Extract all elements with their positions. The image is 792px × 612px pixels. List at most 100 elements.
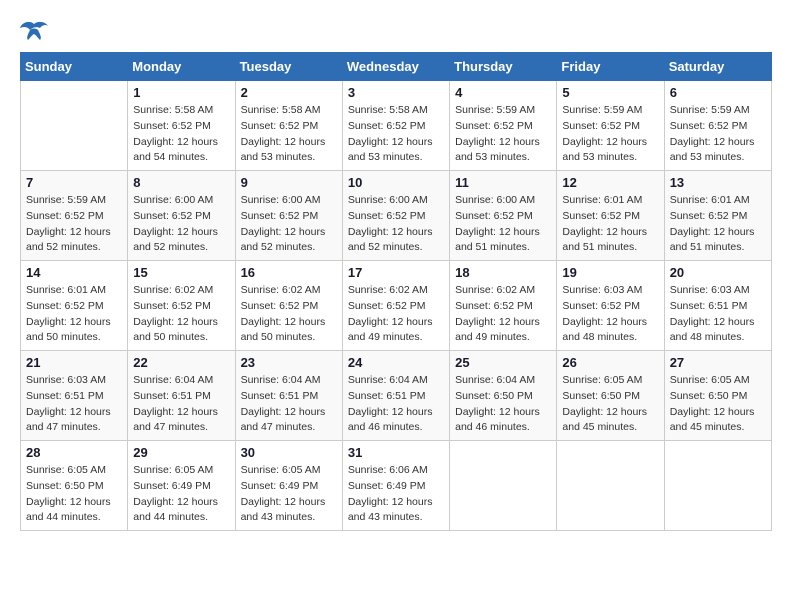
- day-number: 19: [562, 265, 658, 280]
- day-info: Sunrise: 6:01 AMSunset: 6:52 PMDaylight:…: [562, 193, 658, 256]
- day-number: 14: [26, 265, 122, 280]
- calendar-cell: 22Sunrise: 6:04 AMSunset: 6:51 PMDayligh…: [128, 351, 235, 441]
- day-number: 29: [133, 445, 229, 460]
- day-number: 25: [455, 355, 551, 370]
- day-info: Sunrise: 6:03 AMSunset: 6:51 PMDaylight:…: [26, 373, 122, 436]
- day-number: 27: [670, 355, 766, 370]
- day-info: Sunrise: 5:58 AMSunset: 6:52 PMDaylight:…: [241, 103, 337, 166]
- week-row-3: 14 Sunrise: 6:01 AMSunset: 6:52 PMDayligh…: [21, 261, 772, 351]
- day-number: 2: [241, 85, 337, 100]
- day-number: 11: [455, 175, 551, 190]
- day-info: Sunrise: 6:05 AMSunset: 6:50 PMDaylight:…: [562, 373, 658, 436]
- calendar-cell: 6 Sunrise: 5:59 AMSunset: 6:52 PMDaylight…: [664, 81, 771, 171]
- day-info: Sunrise: 5:58 AMSunset: 6:52 PMDaylight:…: [133, 103, 229, 166]
- day-number: 24: [348, 355, 444, 370]
- day-number: 17: [348, 265, 444, 280]
- calendar-cell: 10 Sunrise: 6:00 AMSunset: 6:52 PMDayligh…: [342, 171, 449, 261]
- week-row-5: 28 Sunrise: 6:05 AMSunset: 6:50 PMDayligh…: [21, 441, 772, 531]
- calendar-body: 1 Sunrise: 5:58 AMSunset: 6:52 PMDaylight…: [21, 81, 772, 531]
- calendar-cell: 17 Sunrise: 6:02 AMSunset: 6:52 PMDayligh…: [342, 261, 449, 351]
- day-number: 18: [455, 265, 551, 280]
- day-info: Sunrise: 6:05 AMSunset: 6:50 PMDaylight:…: [670, 373, 766, 436]
- calendar-cell: 9 Sunrise: 6:00 AMSunset: 6:52 PMDaylight…: [235, 171, 342, 261]
- day-number: 7: [26, 175, 122, 190]
- calendar-cell: 7 Sunrise: 5:59 AMSunset: 6:52 PMDaylight…: [21, 171, 128, 261]
- day-number: 5: [562, 85, 658, 100]
- day-info: Sunrise: 6:04 AMSunset: 6:51 PMDaylight:…: [241, 373, 337, 436]
- day-number: 15: [133, 265, 229, 280]
- calendar-cell: 11 Sunrise: 6:00 AMSunset: 6:52 PMDayligh…: [450, 171, 557, 261]
- day-number: 12: [562, 175, 658, 190]
- day-number: 20: [670, 265, 766, 280]
- week-row-2: 7 Sunrise: 5:59 AMSunset: 6:52 PMDaylight…: [21, 171, 772, 261]
- calendar-cell: 15 Sunrise: 6:02 AMSunset: 6:52 PMDayligh…: [128, 261, 235, 351]
- calendar-cell: 4 Sunrise: 5:59 AMSunset: 6:52 PMDaylight…: [450, 81, 557, 171]
- day-info: Sunrise: 6:00 AMSunset: 6:52 PMDaylight:…: [455, 193, 551, 256]
- day-number: 4: [455, 85, 551, 100]
- calendar-cell: 29 Sunrise: 6:05 AMSunset: 6:49 PMDayligh…: [128, 441, 235, 531]
- header-row: SundayMondayTuesdayWednesdayThursdayFrid…: [21, 53, 772, 81]
- day-info: Sunrise: 6:04 AMSunset: 6:50 PMDaylight:…: [455, 373, 551, 436]
- calendar-header: SundayMondayTuesdayWednesdayThursdayFrid…: [21, 53, 772, 81]
- header-cell-friday: Friday: [557, 53, 664, 81]
- day-info: Sunrise: 5:59 AMSunset: 6:52 PMDaylight:…: [455, 103, 551, 166]
- day-info: Sunrise: 6:02 AMSunset: 6:52 PMDaylight:…: [241, 283, 337, 346]
- day-number: 21: [26, 355, 122, 370]
- header-cell-monday: Monday: [128, 53, 235, 81]
- calendar-cell: 18 Sunrise: 6:02 AMSunset: 6:52 PMDayligh…: [450, 261, 557, 351]
- day-info: Sunrise: 6:02 AMSunset: 6:52 PMDaylight:…: [348, 283, 444, 346]
- calendar-cell: 24 Sunrise: 6:04 AMSunset: 6:51 PMDayligh…: [342, 351, 449, 441]
- day-info: Sunrise: 6:05 AMSunset: 6:50 PMDaylight:…: [26, 463, 122, 526]
- day-info: Sunrise: 6:06 AMSunset: 6:49 PMDaylight:…: [348, 463, 444, 526]
- day-info: Sunrise: 5:58 AMSunset: 6:52 PMDaylight:…: [348, 103, 444, 166]
- calendar-cell: 12 Sunrise: 6:01 AMSunset: 6:52 PMDayligh…: [557, 171, 664, 261]
- day-number: 28: [26, 445, 122, 460]
- day-info: Sunrise: 6:02 AMSunset: 6:52 PMDaylight:…: [455, 283, 551, 346]
- calendar-cell: 16 Sunrise: 6:02 AMSunset: 6:52 PMDayligh…: [235, 261, 342, 351]
- day-info: Sunrise: 5:59 AMSunset: 6:52 PMDaylight:…: [670, 103, 766, 166]
- day-info: Sunrise: 6:02 AMSunset: 6:52 PMDaylight:…: [133, 283, 229, 346]
- calendar-cell: [664, 441, 771, 531]
- calendar-table: SundayMondayTuesdayWednesdayThursdayFrid…: [20, 52, 772, 531]
- calendar-cell: 19Sunrise: 6:03 AMSunset: 6:52 PMDayligh…: [557, 261, 664, 351]
- calendar-cell: 20Sunrise: 6:03 AMSunset: 6:51 PMDayligh…: [664, 261, 771, 351]
- header-cell-wednesday: Wednesday: [342, 53, 449, 81]
- day-number: 16: [241, 265, 337, 280]
- calendar-cell: 21 Sunrise: 6:03 AMSunset: 6:51 PMDayligh…: [21, 351, 128, 441]
- day-info: Sunrise: 6:04 AMSunset: 6:51 PMDaylight:…: [133, 373, 229, 436]
- calendar-cell: 26 Sunrise: 6:05 AMSunset: 6:50 PMDayligh…: [557, 351, 664, 441]
- calendar-cell: 13Sunrise: 6:01 AMSunset: 6:52 PMDayligh…: [664, 171, 771, 261]
- calendar-cell: [450, 441, 557, 531]
- day-info: Sunrise: 6:01 AMSunset: 6:52 PMDaylight:…: [26, 283, 122, 346]
- calendar-cell: 27 Sunrise: 6:05 AMSunset: 6:50 PMDayligh…: [664, 351, 771, 441]
- header-cell-thursday: Thursday: [450, 53, 557, 81]
- day-info: Sunrise: 6:01 AMSunset: 6:52 PMDaylight:…: [670, 193, 766, 256]
- day-info: Sunrise: 6:00 AMSunset: 6:52 PMDaylight:…: [133, 193, 229, 256]
- day-number: 23: [241, 355, 337, 370]
- calendar-cell: [21, 81, 128, 171]
- day-number: 26: [562, 355, 658, 370]
- day-info: Sunrise: 6:04 AMSunset: 6:51 PMDaylight:…: [348, 373, 444, 436]
- calendar-cell: 31 Sunrise: 6:06 AMSunset: 6:49 PMDayligh…: [342, 441, 449, 531]
- calendar-cell: 23 Sunrise: 6:04 AMSunset: 6:51 PMDayligh…: [235, 351, 342, 441]
- day-info: Sunrise: 6:05 AMSunset: 6:49 PMDaylight:…: [241, 463, 337, 526]
- calendar-cell: 25 Sunrise: 6:04 AMSunset: 6:50 PMDayligh…: [450, 351, 557, 441]
- week-row-1: 1 Sunrise: 5:58 AMSunset: 6:52 PMDaylight…: [21, 81, 772, 171]
- calendar-cell: 1 Sunrise: 5:58 AMSunset: 6:52 PMDaylight…: [128, 81, 235, 171]
- calendar-cell: 28 Sunrise: 6:05 AMSunset: 6:50 PMDayligh…: [21, 441, 128, 531]
- day-number: 10: [348, 175, 444, 190]
- day-number: 6: [670, 85, 766, 100]
- page-header: [20, 20, 772, 42]
- header-cell-saturday: Saturday: [664, 53, 771, 81]
- day-info: Sunrise: 6:00 AMSunset: 6:52 PMDaylight:…: [241, 193, 337, 256]
- day-info: Sunrise: 5:59 AMSunset: 6:52 PMDaylight:…: [26, 193, 122, 256]
- week-row-4: 21 Sunrise: 6:03 AMSunset: 6:51 PMDayligh…: [21, 351, 772, 441]
- calendar-cell: [557, 441, 664, 531]
- day-number: 31: [348, 445, 444, 460]
- header-cell-sunday: Sunday: [21, 53, 128, 81]
- day-number: 1: [133, 85, 229, 100]
- day-info: Sunrise: 6:05 AMSunset: 6:49 PMDaylight:…: [133, 463, 229, 526]
- header-cell-tuesday: Tuesday: [235, 53, 342, 81]
- day-info: Sunrise: 6:00 AMSunset: 6:52 PMDaylight:…: [348, 193, 444, 256]
- day-number: 9: [241, 175, 337, 190]
